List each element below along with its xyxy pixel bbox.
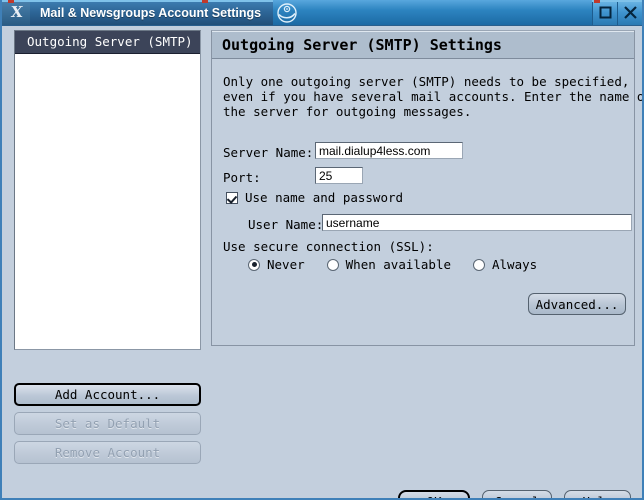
use-name-and-password-checkbox[interactable]: Use name and password (226, 190, 403, 205)
close-icon (623, 6, 637, 19)
help-button[interactable]: Help (564, 490, 631, 498)
ssl-radio-always-label: Always (492, 257, 538, 272)
panel-title: Outgoing Server (SMTP) Settings (212, 31, 634, 59)
ssl-radio-when-available[interactable]: When available (326, 257, 451, 272)
window-title: Mail & Newsgroups Account Settings (30, 0, 274, 25)
user-name-input[interactable] (322, 214, 632, 231)
radio-unselected-icon (473, 258, 485, 271)
x-window-icon: X (9, 3, 23, 21)
window-app-icon[interactable]: X (2, 0, 30, 25)
titlebar-logo-area (273, 0, 592, 25)
advanced-button[interactable]: Advanced... (528, 293, 626, 315)
port-input[interactable] (315, 167, 363, 184)
checkbox-checked-icon (226, 191, 238, 204)
ssl-radio-always[interactable]: Always (473, 257, 537, 272)
panel-description: Only one outgoing server (SMTP) needs to… (223, 74, 644, 119)
ssl-radio-when-available-label: When available (345, 257, 451, 272)
maximize-button[interactable] (592, 0, 617, 25)
account-settings-window: X Mail & Newsgroups Account Settings Out… (0, 0, 644, 500)
radio-selected-icon (248, 258, 260, 271)
server-name-label: Server Name: (223, 145, 314, 160)
cancel-button[interactable]: Cancel (482, 490, 552, 498)
mozilla-logo-icon (277, 2, 297, 23)
ssl-group-label: Use secure connection (SSL): (223, 239, 434, 254)
remove-account-button[interactable]: Remove Account (14, 441, 201, 464)
user-name-label: User Name: (248, 217, 324, 232)
ssl-radio-never-label: Never (267, 257, 305, 272)
close-button[interactable] (617, 0, 642, 25)
titlebar-nub-mid (202, 0, 208, 3)
set-as-default-button[interactable]: Set as Default (14, 412, 201, 435)
port-label: Port: (223, 170, 261, 185)
maximize-icon (599, 6, 611, 19)
window-controls (592, 0, 642, 25)
add-account-button[interactable]: Add Account... (14, 383, 201, 406)
titlebar-nub-right (594, 0, 600, 3)
accounts-list[interactable]: Outgoing Server (SMTP) (14, 30, 201, 350)
server-name-input[interactable] (315, 142, 463, 159)
smtp-settings-panel: Outgoing Server (SMTP) Settings Only one… (211, 30, 644, 346)
radio-unselected-icon (326, 258, 339, 271)
dialog-content: Outgoing Server (SMTP) Add Account... Se… (2, 26, 642, 498)
window-titlebar[interactable]: X Mail & Newsgroups Account Settings (2, 0, 642, 26)
use-name-and-password-label: Use name and password (245, 190, 404, 205)
ssl-radio-group: Never When available Always (248, 257, 559, 272)
list-item-outgoing-server[interactable]: Outgoing Server (SMTP) (15, 31, 200, 54)
ok-button[interactable]: OK (398, 490, 470, 498)
ssl-radio-never[interactable]: Never (248, 257, 305, 272)
